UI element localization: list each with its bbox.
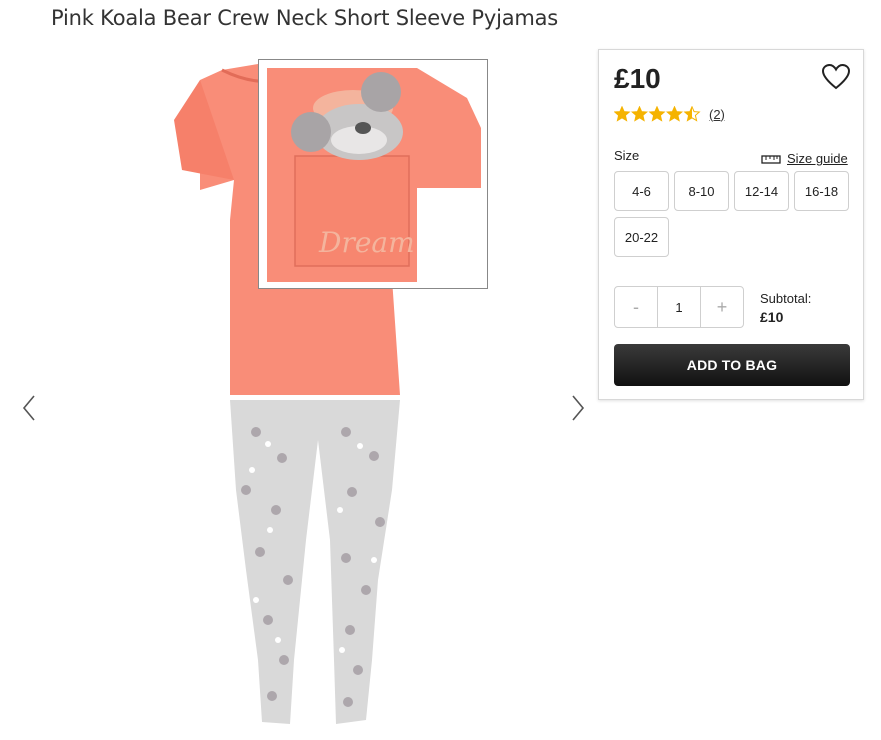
quantity-value[interactable]: 1 (657, 287, 701, 327)
size-guide-link[interactable]: Size guide (761, 151, 848, 166)
review-count-link[interactable]: (2) (709, 107, 725, 122)
rating-star (630, 106, 649, 122)
star-icon (614, 106, 701, 122)
product-price: £10 (614, 63, 661, 94)
size-option[interactable]: 12-14 (734, 171, 789, 211)
purchase-panel: £10 (2) Size Size guide 4-6 8-10 12-14 1… (598, 49, 864, 400)
product-image-gallery: Dream (0, 40, 600, 738)
chevron-left-icon (22, 395, 35, 421)
rating-star (665, 106, 684, 122)
size-label: Size (614, 148, 640, 163)
subtotal-label: Subtotal: (760, 291, 812, 306)
gallery-prev-arrow[interactable] (14, 388, 44, 428)
size-option[interactable]: 16-18 (794, 171, 849, 211)
subtotal: Subtotal: £10 (760, 290, 811, 326)
heart-icon (821, 63, 851, 90)
subtotal-value: £10 (760, 309, 784, 325)
quantity-decrease-button[interactable]: - (615, 287, 657, 327)
wishlist-button[interactable] (821, 63, 851, 95)
ruler-icon (761, 154, 781, 164)
size-option[interactable]: 8-10 (674, 171, 729, 211)
quantity-increase-button[interactable]: + (701, 287, 743, 327)
quantity-stepper: - 1 + (614, 286, 744, 328)
zoom-image: Dream (267, 68, 481, 282)
zoom-preview: Dream (258, 59, 488, 289)
product-title: Pink Koala Bear Crew Neck Short Sleeve P… (51, 6, 559, 30)
rating-star (614, 106, 631, 122)
size-option[interactable]: 20-22 (614, 217, 669, 257)
size-guide-label: Size guide (787, 151, 848, 166)
rating-star (648, 106, 666, 122)
chevron-right-icon (572, 395, 585, 421)
rating-star (683, 106, 701, 122)
gallery-next-arrow[interactable] (563, 388, 593, 428)
rating-stars: (2) (614, 106, 725, 122)
add-to-bag-button[interactable]: ADD TO BAG (614, 344, 850, 386)
size-option[interactable]: 4-6 (614, 171, 669, 211)
pocket-embroidery-text: Dream (318, 226, 415, 259)
